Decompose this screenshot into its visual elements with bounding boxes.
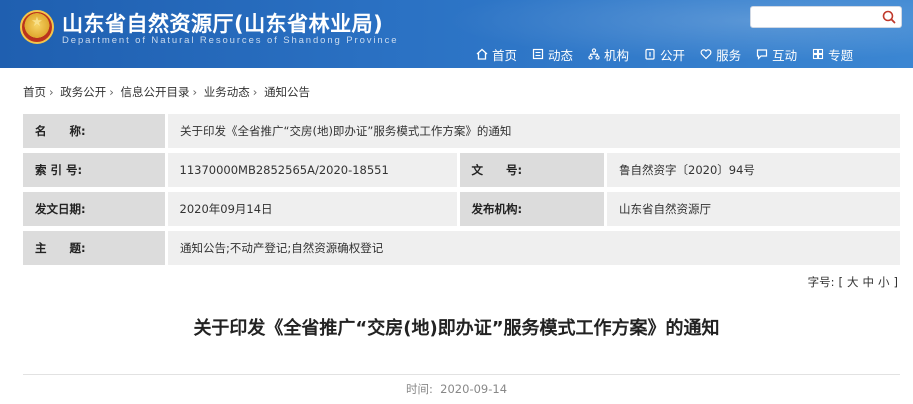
site-subtitle: Department of Natural Resources of Shand… xyxy=(62,35,399,46)
font-size-switcher: 字号:[大中小] xyxy=(806,274,900,290)
breadcrumb-separator: › xyxy=(109,85,114,99)
breadcrumb-item[interactable]: 通知公告 xyxy=(264,85,310,99)
nav-interact[interactable]: 互动 xyxy=(756,44,797,64)
document-info-table: 名 称: 关于印发《全省推广“交房(地)即办证”服务模式工作方案》的通知 索 引… xyxy=(23,114,900,270)
breadcrumb-separator: › xyxy=(192,85,198,99)
breadcrumb-item[interactable]: 首页 xyxy=(23,85,46,99)
breadcrumb-item[interactable]: 业务动态 xyxy=(204,85,250,99)
org-value: 山东省自然资源厅 xyxy=(607,192,900,226)
org-icon xyxy=(588,48,600,60)
nav-label: 服务 xyxy=(716,47,742,63)
breadcrumb: 首页 › 政务公开 › 信息公开目录 › 业务动态 › 通知公告 xyxy=(23,84,310,100)
nav-label: 动态 xyxy=(548,47,574,63)
doc-number-value: 鲁自然资字〔2020〕94号 xyxy=(607,153,900,187)
breadcrumb-item[interactable]: 政务公开 xyxy=(60,85,106,99)
disclosure-icon xyxy=(645,48,655,60)
nav-topic[interactable]: 专题 xyxy=(812,44,853,64)
nav-org[interactable]: 机构 xyxy=(588,44,629,64)
index-value: 11370000MB2852565A/2020-18551 xyxy=(167,153,457,187)
font-size-small[interactable]: 小 xyxy=(878,275,890,289)
nav-label: 首页 xyxy=(492,47,518,63)
name-label: 名 称: xyxy=(23,114,165,148)
article-title: 关于印发《全省推广“交房(地)即办证”服务模式工作方案》的通知 xyxy=(193,318,720,339)
font-size-large[interactable]: 大 xyxy=(847,275,859,289)
nav-label: 公开 xyxy=(660,47,686,63)
breadcrumb-separator: › xyxy=(252,85,258,99)
site-header: ★ 山东省自然资源厅(山东省林业局) Department of Natural… xyxy=(0,0,913,68)
nav-home[interactable]: 首页 xyxy=(476,44,517,64)
national-emblem-icon[interactable]: ★ xyxy=(20,10,54,44)
topic-icon xyxy=(813,48,824,60)
news-icon xyxy=(532,48,544,60)
font-size-label: 字号: xyxy=(807,275,835,289)
date-label: 发文日期: xyxy=(23,192,165,226)
nav-label: 机构 xyxy=(604,47,630,63)
nav-news[interactable]: 动态 xyxy=(532,44,573,64)
nav-label: 专题 xyxy=(828,47,854,63)
info-row-date: 发文日期: 2020年09月14日 发布机构: 山东省自然资源厅 xyxy=(23,192,900,226)
topic-value: 通知公告;不动产登记;自然资源确权登记 xyxy=(168,231,900,265)
font-size-medium[interactable]: 中 xyxy=(863,275,875,289)
site-title[interactable]: 山东省自然资源厅(山东省林业局) xyxy=(62,8,383,38)
home-icon xyxy=(476,48,488,60)
info-row-index: 索 引 号: 11370000MB2852565A/2020-18551 文 号… xyxy=(23,153,900,187)
index-label: 索 引 号: xyxy=(23,153,165,187)
info-row-name: 名 称: 关于印发《全省推广“交房(地)即办证”服务模式工作方案》的通知 xyxy=(23,114,900,148)
doc-number-label: 文 号: xyxy=(459,153,605,187)
publish-time: 时间: 2020-09-14 xyxy=(0,381,913,397)
breadcrumb-separator: › xyxy=(49,85,54,99)
search-icon[interactable] xyxy=(881,9,897,25)
nav-label: 互动 xyxy=(772,47,798,63)
bracket-open: [ xyxy=(838,275,844,289)
divider xyxy=(23,374,900,375)
topic-label: 主 题: xyxy=(23,231,165,265)
search-input[interactable] xyxy=(750,6,902,28)
date-value: 2020年09月14日 xyxy=(167,192,457,226)
name-value: 关于印发《全省推广“交房(地)即办证”服务模式工作方案》的通知 xyxy=(168,114,900,148)
chat-icon xyxy=(756,49,768,60)
nav-service[interactable]: 服务 xyxy=(700,44,741,64)
main-nav: 首页 动态 机构 公开 服务 互动 专题 xyxy=(476,44,868,64)
bracket-close: ] xyxy=(893,275,899,289)
heart-icon xyxy=(700,49,712,60)
time-value: 2020-09-14 xyxy=(440,382,508,396)
time-label: 时间: xyxy=(405,382,433,396)
info-row-topic: 主 题: 通知公告;不动产登记;自然资源确权登记 xyxy=(23,231,900,265)
breadcrumb-item[interactable]: 信息公开目录 xyxy=(121,85,190,99)
nav-disclosure[interactable]: 公开 xyxy=(644,44,685,64)
org-label: 发布机构: xyxy=(459,192,605,226)
